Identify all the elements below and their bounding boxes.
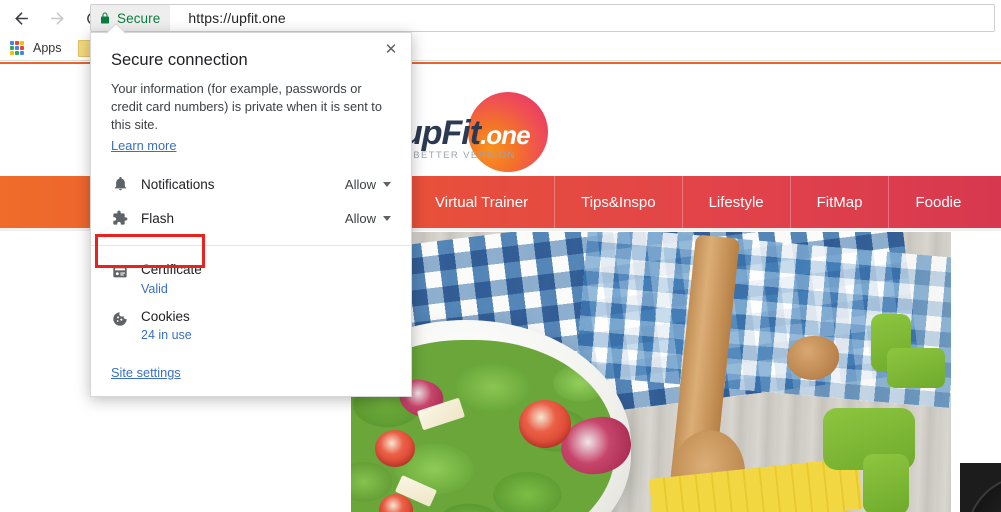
popup-title: Secure connection (111, 51, 248, 69)
popup-description: Your information (for example, passwords… (111, 81, 382, 133)
address-bar[interactable]: Secure https://upfit.one (90, 4, 995, 32)
hero-photo-salad (351, 232, 951, 512)
detail-row-cookies[interactable]: Cookies 24 in use (91, 303, 411, 349)
puzzle-piece-icon (111, 209, 129, 227)
permission-value-flash[interactable]: Allow (345, 211, 391, 226)
bell-icon (111, 175, 129, 193)
chevron-down-icon (383, 215, 391, 221)
secure-connection-popup: ✕ Secure connection Your information (fo… (90, 23, 412, 397)
back-button[interactable] (6, 3, 36, 33)
cookie-icon (111, 310, 129, 328)
details-list: Certificate Valid Cookies 24 in use (91, 246, 411, 350)
apps-grid-icon[interactable] (10, 41, 24, 55)
detail-title-certificate: Certificate (141, 262, 202, 278)
secure-label: Secure (117, 10, 161, 26)
photo-tomato-2 (375, 430, 415, 467)
logo-word-main: upFit (402, 114, 481, 152)
side-card-plate (966, 475, 1001, 512)
forward-arrow-icon (50, 11, 64, 25)
chevron-down-icon (383, 181, 391, 187)
site-settings-link[interactable]: Site settings (91, 351, 411, 396)
permission-label-flash: Flash (141, 210, 175, 226)
detail-title-cookies: Cookies (141, 308, 190, 324)
photo-dumbbell-top-bar (887, 348, 945, 388)
detail-row-certificate[interactable]: Certificate Valid (91, 256, 411, 302)
browser-window: upFit.one A BETTER VERSION Virtual Train… (0, 0, 1001, 512)
nav-item-fitmap[interactable]: FitMap (789, 176, 889, 228)
nav-item-foodie[interactable]: Foodie (888, 176, 987, 228)
url-text: https://upfit.one (188, 10, 286, 26)
back-arrow-icon (14, 11, 28, 25)
permission-label-notifications: Notifications (141, 176, 215, 192)
nav-item-virtual-trainer[interactable]: Virtual Trainer (408, 176, 554, 228)
logo-word-suffix: .one (480, 120, 530, 150)
permissions-list: Notifications Allow Flash Allow (91, 167, 411, 247)
browser-toolbar: Secure https://upfit.one (0, 0, 1001, 36)
permission-row-notifications[interactable]: Notifications Allow (91, 167, 411, 201)
close-icon[interactable]: ✕ (379, 37, 403, 61)
detail-status-certificate: Valid (141, 281, 168, 296)
security-status-chip[interactable]: Secure (91, 5, 171, 31)
logo-wordmark: upFit.one (402, 114, 531, 153)
permission-value-text-notifications: Allow (344, 176, 376, 192)
permission-value-text-flash: Allow (344, 210, 376, 226)
forward-button[interactable] (42, 3, 72, 33)
detail-text-certificate: Certificate Valid (141, 261, 202, 297)
site-logo[interactable]: upFit.one A BETTER VERSION (402, 86, 602, 172)
nav-item-lifestyle[interactable]: Lifestyle (681, 176, 790, 228)
permission-row-flash[interactable]: Flash Allow (91, 201, 411, 235)
nav-item-tips-inspo[interactable]: Tips&Inspo (554, 176, 681, 228)
detail-status-cookies: 24 in use (141, 327, 192, 342)
certificate-icon (111, 263, 129, 281)
apps-label[interactable]: Apps (33, 41, 62, 55)
learn-more-link[interactable]: Learn more (91, 138, 196, 153)
photo-dumbbell-bottom-bar (863, 454, 909, 512)
detail-text-cookies: Cookies 24 in use (141, 308, 192, 344)
side-card-featured[interactable]: Cefit (960, 463, 1001, 512)
permission-value-notifications[interactable]: Allow (345, 177, 391, 192)
lock-icon (101, 12, 109, 24)
logo-tagline: A BETTER VERSION (402, 150, 516, 161)
photo-tomato-1 (519, 400, 571, 448)
